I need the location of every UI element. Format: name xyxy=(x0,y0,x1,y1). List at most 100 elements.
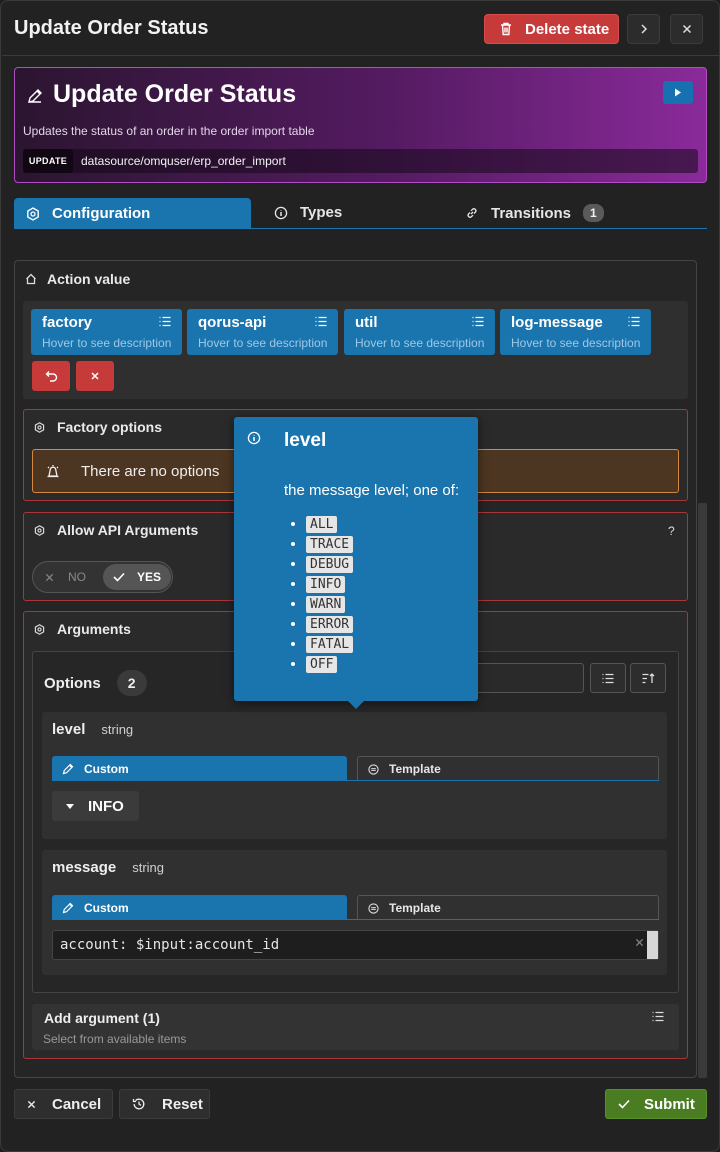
level-item: OFF xyxy=(306,655,353,675)
no-options-text: There are no options xyxy=(81,462,220,480)
toggle-yes-label: YES xyxy=(136,570,161,584)
action-value-header: Action value xyxy=(25,271,130,287)
help-icon[interactable]: ? xyxy=(668,524,675,538)
argument-name: message xyxy=(52,859,117,876)
level-item: INFO xyxy=(306,575,353,595)
template-icon xyxy=(368,763,379,775)
level-list: ALL TRACE DEBUG INFO WARN ERROR FATAL OF… xyxy=(306,515,354,675)
chevron-right-icon xyxy=(639,24,649,34)
cog-icon xyxy=(34,623,45,635)
level-select[interactable]: INFO xyxy=(52,791,139,821)
subtabs-underline xyxy=(52,780,659,781)
message-textarea[interactable]: account: $input:account_id xyxy=(52,930,659,960)
tab-custom[interactable]: Custom xyxy=(52,895,347,920)
allow-api-arguments-title: Allow API Arguments xyxy=(57,522,199,538)
argument-name: level xyxy=(52,721,86,738)
reset-button[interactable]: Reset xyxy=(119,1089,210,1119)
edit-icon[interactable] xyxy=(27,88,43,104)
tab-transitions[interactable]: Transitions 1 xyxy=(465,204,604,222)
options-header: Options 2 xyxy=(44,670,147,696)
list-icon xyxy=(602,673,614,684)
close-button[interactable] xyxy=(670,14,703,44)
level-item: WARN xyxy=(306,595,353,615)
chip-name: util xyxy=(355,314,378,331)
sort-button[interactable] xyxy=(630,663,666,693)
tab-custom-label: Custom xyxy=(84,900,129,915)
add-argument-select[interactable]: Add argument (1) Select from available i… xyxy=(32,1004,679,1050)
dialog-title: Update Order Status xyxy=(14,17,209,39)
submit-label: Submit xyxy=(644,1095,695,1113)
chip-description: Hover to see description xyxy=(511,336,641,350)
delete-state-button[interactable]: Delete state xyxy=(484,14,619,44)
transitions-count-badge: 1 xyxy=(583,204,604,222)
undo-button[interactable] xyxy=(32,361,70,391)
tabs-underline xyxy=(14,228,707,229)
list-icon[interactable] xyxy=(315,316,327,327)
expand-button[interactable] xyxy=(627,14,660,44)
tab-custom[interactable]: Custom xyxy=(52,756,347,781)
level-item: FATAL xyxy=(306,635,354,655)
add-argument-title: Add argument (1) xyxy=(44,1010,160,1026)
chip-util[interactable]: util Hover to see description xyxy=(344,309,495,355)
chip-description: Hover to see description xyxy=(42,336,172,350)
list-icon[interactable] xyxy=(652,1011,664,1022)
tab-transitions-label: Transitions xyxy=(491,204,572,222)
level-tooltip: level the message level; one of: ALL TRA… xyxy=(234,417,478,701)
clear-icon[interactable] xyxy=(635,938,644,947)
chip-description: Hover to see description xyxy=(198,336,328,350)
chip-log-message[interactable]: log-message Hover to see description xyxy=(500,309,651,355)
home-icon xyxy=(25,273,37,285)
chip-description: Hover to see description xyxy=(355,336,485,350)
options-search-input[interactable] xyxy=(473,663,584,693)
options-label: Options xyxy=(44,674,101,692)
path-text: datasource/omquser/erp_order_import xyxy=(81,154,286,168)
run-button[interactable] xyxy=(663,81,693,104)
scrollbar[interactable] xyxy=(698,503,707,1078)
cancel-button[interactable]: Cancel xyxy=(14,1089,113,1119)
sort-icon xyxy=(642,672,655,684)
tooltip-description: the message level; one of: xyxy=(284,482,460,499)
undo-icon xyxy=(45,370,58,382)
check-icon xyxy=(113,572,125,582)
tooltip-arrow xyxy=(347,700,365,709)
chip-factory[interactable]: factory Hover to see description xyxy=(31,309,182,355)
tab-template-label: Template xyxy=(389,762,441,776)
chip-qorus-api[interactable]: qorus-api Hover to see description xyxy=(187,309,338,355)
api-args-toggle[interactable]: NO YES xyxy=(32,561,173,593)
argument-type: string xyxy=(101,722,134,737)
tab-template[interactable]: Template xyxy=(357,756,659,781)
toggle-yes-option[interactable]: YES xyxy=(103,564,171,590)
play-icon xyxy=(674,88,682,97)
tooltip-title: level xyxy=(284,430,327,451)
tab-template[interactable]: Template xyxy=(357,895,659,920)
submit-button[interactable]: Submit xyxy=(605,1089,707,1119)
state-title: Update Order Status xyxy=(53,80,297,108)
cog-icon xyxy=(26,206,40,221)
close-icon xyxy=(45,573,54,582)
close-icon xyxy=(682,24,692,34)
list-icon[interactable] xyxy=(628,316,640,327)
check-icon xyxy=(618,1099,630,1109)
cog-icon xyxy=(34,421,45,433)
list-icon[interactable] xyxy=(159,316,171,327)
message-value: account: $input:account_id xyxy=(60,937,280,953)
chip-name: log-message xyxy=(511,314,603,331)
argument-header: level string xyxy=(52,721,133,738)
level-item: TRACE xyxy=(306,535,354,555)
delete-state-label: Delete state xyxy=(525,20,610,38)
tab-configuration[interactable]: Configuration xyxy=(14,198,251,229)
resize-handle[interactable] xyxy=(647,931,658,959)
template-icon xyxy=(368,902,379,914)
tab-types[interactable]: Types xyxy=(274,204,342,221)
list-view-button[interactable] xyxy=(590,663,626,693)
argument-type: string xyxy=(132,860,165,875)
dialog-window: Update Order Status Delete state Update … xyxy=(0,0,720,1152)
trash-icon xyxy=(499,22,513,36)
close-icon xyxy=(27,1100,36,1109)
tab-configuration-label: Configuration xyxy=(52,205,151,222)
datasource-path: UPDATE datasource/omquser/erp_order_impo… xyxy=(23,149,698,173)
tab-template-label: Template xyxy=(389,901,441,915)
list-icon[interactable] xyxy=(472,316,484,327)
clear-button[interactable] xyxy=(76,361,114,391)
toggle-no-option[interactable]: NO xyxy=(45,570,86,584)
